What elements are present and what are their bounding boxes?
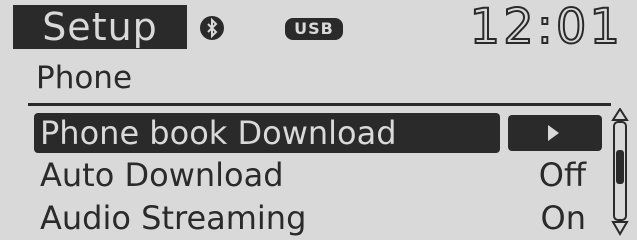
bluetooth-icon bbox=[200, 16, 224, 40]
status-bar: Setup USB 12:01 bbox=[0, 0, 637, 55]
scrollbar[interactable] bbox=[611, 107, 629, 236]
menu-item-phone-book-download[interactable]: Phone book Download bbox=[34, 113, 602, 153]
enter-button[interactable] bbox=[508, 115, 602, 151]
screen-title-block: Setup bbox=[13, 5, 187, 49]
screen-title: Setup bbox=[42, 5, 158, 49]
menu-item-audio-streaming[interactable]: Audio Streaming On bbox=[34, 198, 600, 238]
divider bbox=[28, 103, 611, 106]
menu-item-label: Phone book Download bbox=[40, 114, 397, 152]
usb-icon: USB bbox=[285, 18, 343, 40]
menu-item-value: Off bbox=[538, 156, 586, 194]
chevron-right-icon bbox=[548, 125, 559, 141]
clock: 12:01 bbox=[469, 0, 623, 55]
menu-item-value: On bbox=[540, 199, 586, 237]
menu-item-label: Auto Download bbox=[40, 156, 284, 194]
menu-item-auto-download[interactable]: Auto Download Off bbox=[34, 155, 600, 195]
scroll-down-arrow-icon bbox=[611, 221, 629, 236]
scroll-up-arrow-icon bbox=[611, 107, 629, 121]
scroll-thumb bbox=[616, 150, 624, 184]
menu-item-label: Audio Streaming bbox=[40, 199, 307, 237]
section-title: Phone bbox=[36, 60, 133, 96]
setup-screen: Setup USB 12:01 Phone Phone book Downloa… bbox=[0, 0, 637, 240]
